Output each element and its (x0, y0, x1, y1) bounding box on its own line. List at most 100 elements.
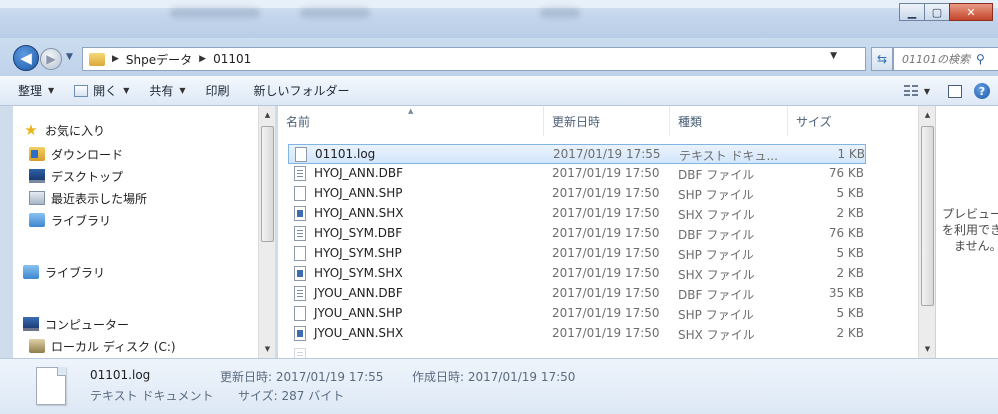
nav-libraries-label: ライブラリ (45, 265, 106, 280)
file-list-scrollbar[interactable]: ▲ ▼ (918, 106, 935, 358)
column-name-label: 名前 (286, 114, 311, 129)
scroll-up-icon[interactable]: ▲ (919, 108, 936, 122)
file-row[interactable]: HYOJ_ANN.SHX 2017/01/19 17:50 SHX ファイル 2… (288, 204, 866, 224)
search-box[interactable]: ⚲ (893, 47, 998, 71)
scroll-down-icon[interactable]: ▼ (919, 342, 936, 356)
nav-library-favorite[interactable]: ライブラリ (29, 210, 111, 230)
downloads-folder-icon (29, 147, 45, 161)
nav-libraries[interactable]: ライブラリ (23, 262, 105, 282)
address-bar[interactable]: ▶ Shpeデータ ▶ 01101 ▼ (82, 47, 866, 71)
chevron-down-icon: ▼ (48, 86, 55, 95)
title-blur (170, 8, 260, 18)
refresh-button[interactable]: ⇆ (871, 47, 893, 71)
address-history-dropdown[interactable]: ▼ (830, 51, 837, 61)
hard-disk-icon (29, 339, 45, 353)
scroll-up-icon[interactable]: ▲ (259, 108, 276, 122)
nav-recent-label: 最近表示した場所 (51, 191, 148, 206)
breadcrumb-shpe-data[interactable]: Shpeデータ (126, 51, 192, 68)
new-folder-button[interactable]: 新しいフォルダー (246, 80, 358, 102)
file-type: テキスト ドキュ... (679, 149, 778, 163)
shx-file-icon (294, 266, 306, 281)
minimize-icon: ▁ (907, 5, 917, 19)
organize-label: 整理 (18, 84, 43, 98)
forward-button[interactable]: ▶ (40, 48, 62, 70)
column-size-label: サイズ (796, 114, 832, 129)
change-view-button[interactable]: ▼ (903, 80, 930, 102)
nav-scrollbar[interactable]: ▲ ▼ (258, 106, 275, 358)
file-type: SHX ファイル (678, 208, 755, 222)
shp-file-icon (294, 306, 306, 321)
column-header-modified[interactable]: 更新日時 (544, 106, 670, 136)
nav-desktop[interactable]: デスクトップ (29, 166, 123, 186)
breadcrumb-chevron-icon[interactable]: ▶ (199, 54, 206, 64)
nav-downloads[interactable]: ダウンロード (29, 144, 123, 164)
file-row[interactable]: HYOJ_SYM.SHX 2017/01/19 17:50 SHX ファイル 2… (288, 264, 866, 284)
file-size: 2 KB (836, 266, 864, 280)
new-folder-label: 新しいフォルダー (253, 84, 350, 98)
computer-icon (23, 317, 39, 331)
file-size: 1 KB (837, 147, 865, 161)
shp-file-icon (294, 246, 306, 261)
nav-local-disk[interactable]: ローカル ディスク (C:) (29, 336, 176, 356)
recent-pages-dropdown[interactable]: ▼ (66, 52, 73, 62)
breadcrumb-01101[interactable]: 01101 (213, 52, 251, 66)
print-button[interactable]: 印刷 (198, 80, 238, 102)
column-header-type[interactable]: 種類 (670, 106, 788, 136)
file-row[interactable]: JYOU_ANN.SHX 2017/01/19 17:50 SHX ファイル 2… (288, 324, 866, 344)
open-button[interactable]: 開く ▼ (66, 80, 137, 102)
file-name: 01101.log (315, 147, 376, 161)
file-type: DBF ファイル (678, 168, 755, 182)
file-row[interactable]: HYOJ_ANN.SHP 2017/01/19 17:50 SHP ファイル 5… (288, 184, 866, 204)
file-name: JYOU_ANN.DBF (314, 286, 403, 300)
breadcrumb-chevron-icon[interactable]: ▶ (112, 54, 119, 64)
file-size: 76 KB (828, 226, 864, 240)
desktop-icon (29, 169, 45, 183)
open-label: 開く (93, 84, 118, 98)
file-row[interactable]: JYOU_ANN.DBF 2017/01/19 17:50 DBF ファイル 3… (288, 284, 866, 304)
back-button[interactable]: ◀ (13, 45, 39, 71)
file-name: HYOJ_ANN.DBF (314, 166, 404, 180)
details-pane: 01101.log テキスト ドキュメント 更新日時: 2017/01/19 1… (0, 358, 998, 414)
nav-recent[interactable]: 最近表示した場所 (29, 188, 147, 208)
maximize-button[interactable]: ▢ (924, 3, 950, 21)
preview-pane-button[interactable] (948, 84, 962, 98)
organize-button[interactable]: 整理 ▼ (10, 80, 62, 102)
file-name: HYOJ_SYM.SHX (314, 266, 403, 280)
file-row[interactable]: HYOJ_SYM.DBF 2017/01/19 17:50 DBF ファイル 7… (288, 224, 866, 244)
nav-favorites[interactable]: ★ お気に入り (23, 120, 105, 140)
file-modified: 2017/01/19 17:55 (553, 147, 661, 161)
file-modified: 2017/01/19 17:50 (552, 166, 660, 180)
column-header-name[interactable]: 名前 ▲ (278, 106, 544, 136)
nav-scroll-thumb[interactable] (261, 126, 274, 242)
sort-ascending-icon: ▲ (408, 107, 414, 115)
file-row[interactable]: HYOJ_SYM.SHP 2017/01/19 17:50 SHP ファイル 5… (288, 244, 866, 264)
details-size: サイズ: 287 バイト (238, 389, 345, 403)
file-type: SHP ファイル (678, 308, 754, 322)
nav-computer[interactable]: コンピューター (23, 314, 129, 334)
file-scroll-thumb[interactable] (921, 126, 934, 306)
minimize-button[interactable]: ▁ (899, 3, 925, 21)
close-icon: ✕ (966, 5, 976, 19)
search-icon[interactable]: ⚲ (976, 52, 985, 66)
file-modified: 2017/01/19 17:50 (552, 306, 660, 320)
file-row[interactable]: 01101.log 2017/01/19 17:55 テキスト ドキュ... 1… (288, 144, 866, 164)
search-input[interactable] (902, 52, 972, 66)
command-bar: 整理 ▼ 開く ▼ 共有 ▼ 印刷 新しいフォルダー ▼ ? (0, 76, 998, 106)
details-file-type: テキスト ドキュメント (90, 389, 214, 403)
chevron-down-icon: ▼ (923, 86, 930, 96)
file-row[interactable]: HYOJ_ANN.DBF 2017/01/19 17:50 DBF ファイル 7… (288, 164, 866, 184)
file-modified: 2017/01/19 17:50 (552, 206, 660, 220)
share-button[interactable]: 共有 ▼ (141, 80, 193, 102)
dbf-file-icon (294, 286, 306, 301)
text-document-icon (36, 367, 66, 405)
file-name: JYOU_ANN.SHX (314, 326, 404, 340)
title-bar: ▁ ▢ ✕ (0, 0, 998, 38)
file-row[interactable]: JYOU_ANN.SHP 2017/01/19 17:50 SHP ファイル 5… (288, 304, 866, 324)
file-name: HYOJ_ANN.SHP (314, 186, 403, 200)
column-header-size[interactable]: サイズ (788, 106, 868, 136)
help-button[interactable]: ? (974, 83, 990, 99)
close-button[interactable]: ✕ (949, 3, 993, 21)
window-controls: ▁ ▢ ✕ (899, 3, 993, 21)
file-name: HYOJ_ANN.SHX (314, 206, 404, 220)
scroll-down-icon[interactable]: ▼ (259, 342, 276, 356)
